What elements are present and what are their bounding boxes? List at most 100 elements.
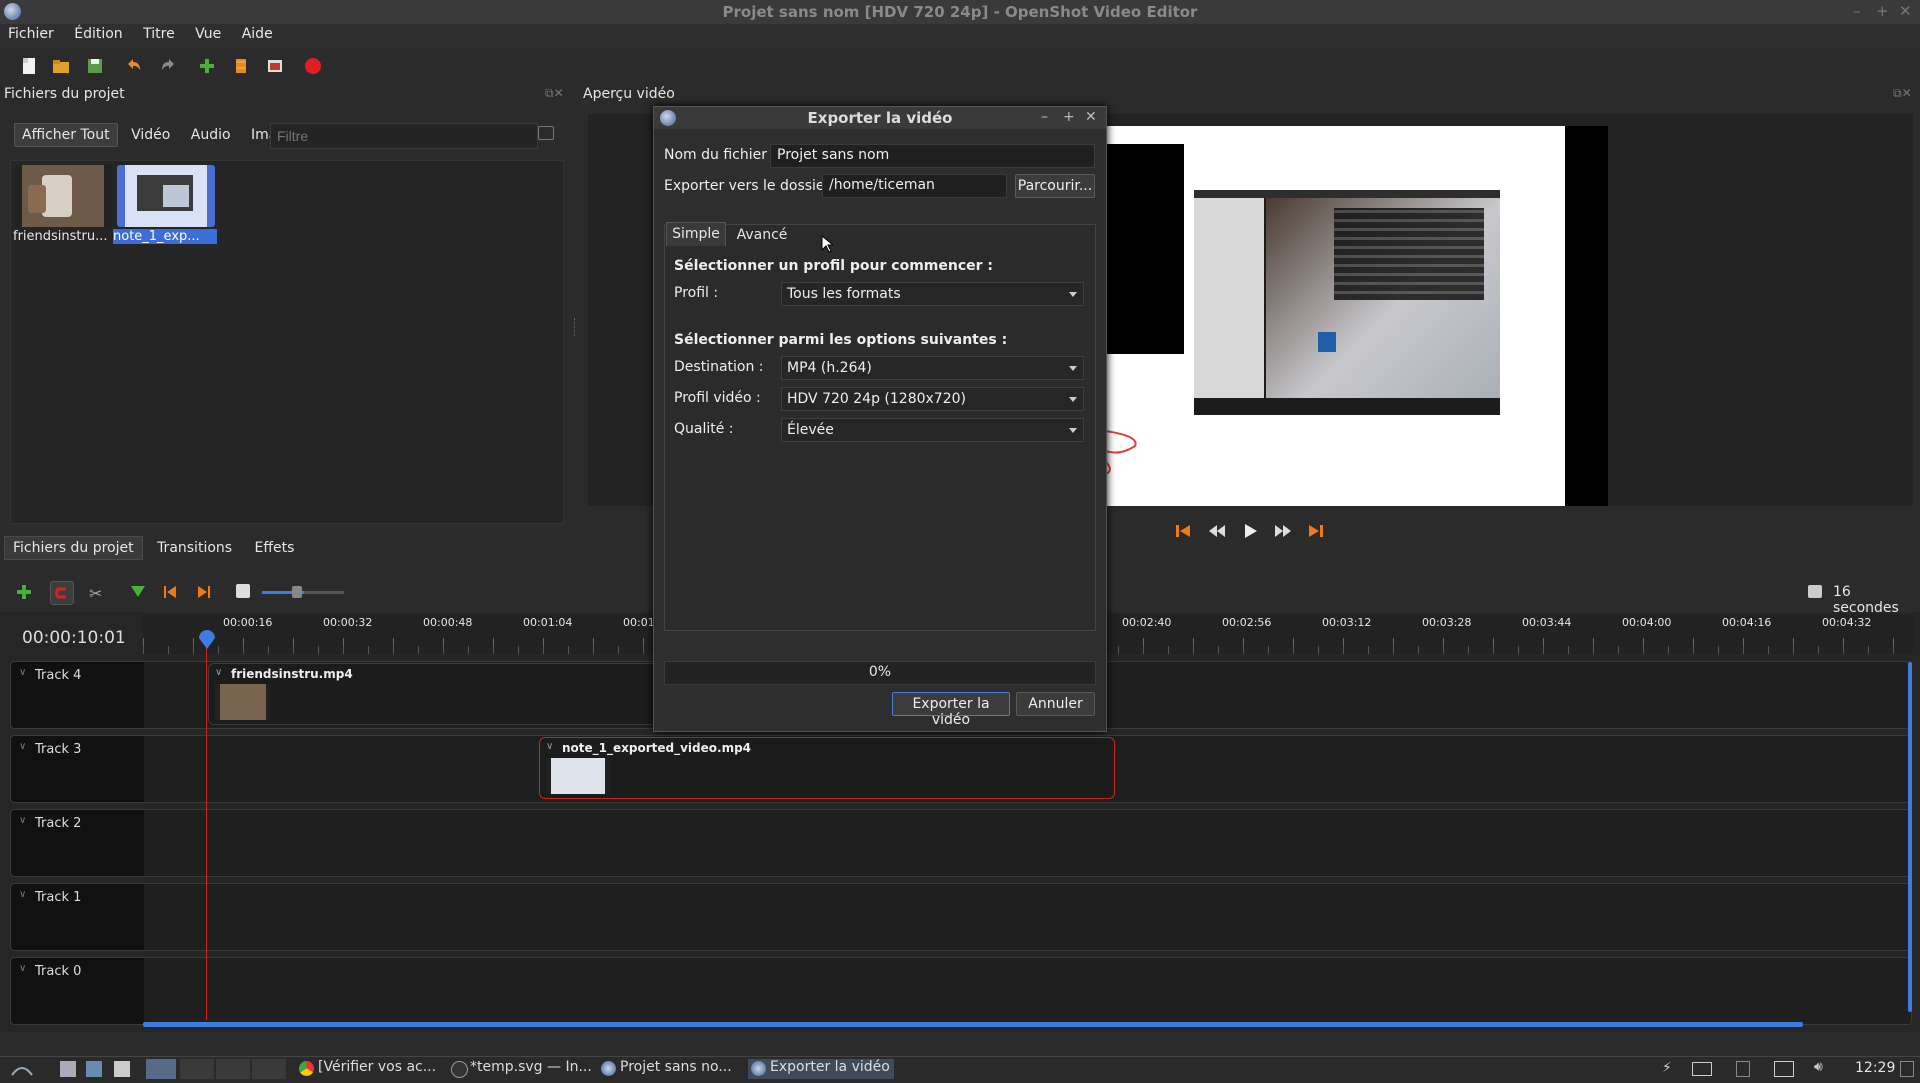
- browse-button[interactable]: Parcourir...: [1015, 174, 1095, 198]
- tick-label: 00:04:00: [1622, 616, 1672, 629]
- filter-video[interactable]: Vidéo: [124, 124, 177, 146]
- import-files-icon[interactable]: [198, 57, 216, 75]
- start-menu-icon[interactable]: [8, 1059, 36, 1079]
- tab-simple[interactable]: Simple: [666, 222, 726, 246]
- video-profile-select[interactable]: HDV 720 24p (1280x720): [781, 387, 1084, 411]
- minimize-button[interactable]: –: [1853, 2, 1861, 20]
- menu-vue[interactable]: Vue: [187, 24, 229, 44]
- task-inkscape[interactable]: *temp.svg — In...: [448, 1059, 594, 1079]
- center-timeline-icon[interactable]: [236, 584, 250, 598]
- jump-end-icon[interactable]: [1308, 523, 1324, 543]
- redo-icon[interactable]: [160, 57, 178, 75]
- tab-project-files[interactable]: Fichiers du projet: [4, 536, 143, 560]
- workspace-1[interactable]: [146, 1059, 176, 1079]
- add-track-icon[interactable]: [15, 583, 33, 605]
- filter-all[interactable]: Afficher Tout: [14, 123, 118, 147]
- splitter-handle[interactable]: [574, 318, 578, 336]
- file-label-note[interactable]: note_1_exp...: [113, 229, 217, 244]
- export-video-icon[interactable]: [304, 57, 322, 75]
- display-icon[interactable]: [1692, 1062, 1712, 1076]
- menu-fichier[interactable]: Fichier: [0, 24, 62, 44]
- fullscreen-icon[interactable]: [266, 57, 284, 75]
- export-folder-label: Exporter vers le dossier: [664, 178, 831, 194]
- track-row[interactable]: ∨ Track 1: [10, 883, 1912, 951]
- next-marker-icon[interactable]: [197, 584, 211, 604]
- task-export-dialog[interactable]: Exporter la vidéo: [748, 1059, 894, 1079]
- dialog-minimize-button[interactable]: –: [1041, 109, 1048, 125]
- snap-toggle-icon[interactable]: [50, 581, 74, 605]
- playhead-line: [206, 646, 207, 1020]
- openshot-icon: [751, 1061, 766, 1076]
- tray-menu-icon[interactable]: [1900, 1061, 1914, 1077]
- clear-filter-icon[interactable]: [538, 126, 554, 140]
- file-label-friendsinstru[interactable]: friendsinstru...: [13, 229, 117, 244]
- mouse-cursor-icon: [821, 234, 835, 257]
- add-marker-icon[interactable]: [130, 585, 146, 603]
- export-video-button[interactable]: Exporter la vidéo: [892, 692, 1010, 728]
- file-manager-icon[interactable]: [86, 1061, 102, 1077]
- clip-menu-icon[interactable]: ∨: [215, 667, 222, 678]
- fast-forward-icon[interactable]: [1274, 524, 1292, 542]
- profile-select[interactable]: Tous les formats: [781, 282, 1084, 306]
- maximize-button[interactable]: +: [1876, 2, 1889, 20]
- show-desktop-icon[interactable]: [60, 1061, 76, 1077]
- dialog-close-button[interactable]: ✕: [1085, 109, 1097, 125]
- jump-start-icon[interactable]: [1175, 523, 1191, 543]
- profile-label: Profil :: [674, 285, 719, 301]
- zoom-slider-track: [304, 591, 344, 594]
- play-icon[interactable]: [1242, 523, 1258, 543]
- clip-menu-icon[interactable]: ∨: [546, 741, 553, 752]
- workspace-2[interactable]: [180, 1059, 214, 1079]
- network-icon[interactable]: [1774, 1061, 1794, 1077]
- filter-audio[interactable]: Audio: [184, 124, 238, 146]
- quality-select[interactable]: Élevée: [781, 418, 1084, 442]
- tab-transitions[interactable]: Transitions: [149, 537, 240, 559]
- dialog-maximize-button[interactable]: +: [1063, 109, 1075, 125]
- workspace-3[interactable]: [216, 1059, 250, 1079]
- destination-select[interactable]: MP4 (h.264): [781, 356, 1084, 380]
- task-label: Projet sans no...: [620, 1059, 732, 1075]
- close-button[interactable]: ✕: [1899, 2, 1912, 20]
- menu-titre[interactable]: Titre: [135, 24, 183, 44]
- save-project-icon[interactable]: [86, 57, 104, 75]
- volume-icon[interactable]: 🔊︎: [1814, 1059, 1823, 1075]
- workspace-4[interactable]: [252, 1059, 286, 1079]
- zoom-slider-handle[interactable]: [292, 586, 302, 598]
- task-openshot[interactable]: Projet sans no...: [598, 1059, 744, 1079]
- new-project-icon[interactable]: [20, 57, 38, 75]
- export-folder-input[interactable]: /home/ticeman: [822, 174, 1007, 198]
- playhead-handle[interactable]: [197, 628, 217, 654]
- file-thumbnail-friendsinstru[interactable]: [14, 165, 112, 227]
- task-chrome[interactable]: [Vérifier vos ac...: [296, 1059, 444, 1079]
- open-project-icon[interactable]: [52, 57, 70, 75]
- track-row[interactable]: ∨ Track 0: [10, 957, 1912, 1025]
- zoom-icon: [1808, 585, 1822, 598]
- clip-note-exported[interactable]: ∨ note_1_exported_video.mp4: [539, 737, 1115, 799]
- timeline-hscrollbar[interactable]: [143, 1022, 1803, 1027]
- menu-aide[interactable]: Aide: [234, 24, 281, 44]
- clipboard-icon[interactable]: [1736, 1061, 1750, 1077]
- rewind-icon[interactable]: [1208, 524, 1226, 542]
- undo-icon[interactable]: [124, 57, 142, 75]
- menu-edition[interactable]: Édition: [66, 24, 130, 44]
- file-thumbnail-note[interactable]: [117, 165, 215, 227]
- filename-input[interactable]: Projet sans nom: [770, 144, 1095, 168]
- task-label: *temp.svg — In...: [470, 1059, 592, 1075]
- cancel-button[interactable]: Annuler: [1016, 692, 1095, 716]
- previous-marker-icon[interactable]: [163, 584, 177, 604]
- tab-effects[interactable]: Effets: [247, 537, 303, 559]
- razor-icon[interactable]: ✂: [89, 584, 102, 603]
- preview-canvas: [1105, 126, 1565, 506]
- filter-input[interactable]: [270, 123, 538, 149]
- terminal-icon[interactable]: [114, 1061, 130, 1077]
- power-icon[interactable]: ⚡: [1662, 1060, 1672, 1076]
- tab-advanced[interactable]: Avancé: [732, 225, 792, 247]
- timeline-vscrollbar[interactable]: [1908, 662, 1912, 1012]
- profile-icon[interactable]: [232, 57, 250, 75]
- track-row[interactable]: ∨ Track 2: [10, 809, 1912, 877]
- panel-float-close-icon[interactable]: ⧉✕: [545, 86, 564, 101]
- inkscape-icon: [451, 1061, 468, 1078]
- preview-float-close-icon[interactable]: ⧉✕: [1893, 86, 1912, 101]
- quality-select-value: Élevée: [787, 422, 834, 438]
- clip-friendsinstru[interactable]: ∨ friendsinstru.mp4: [208, 663, 710, 725]
